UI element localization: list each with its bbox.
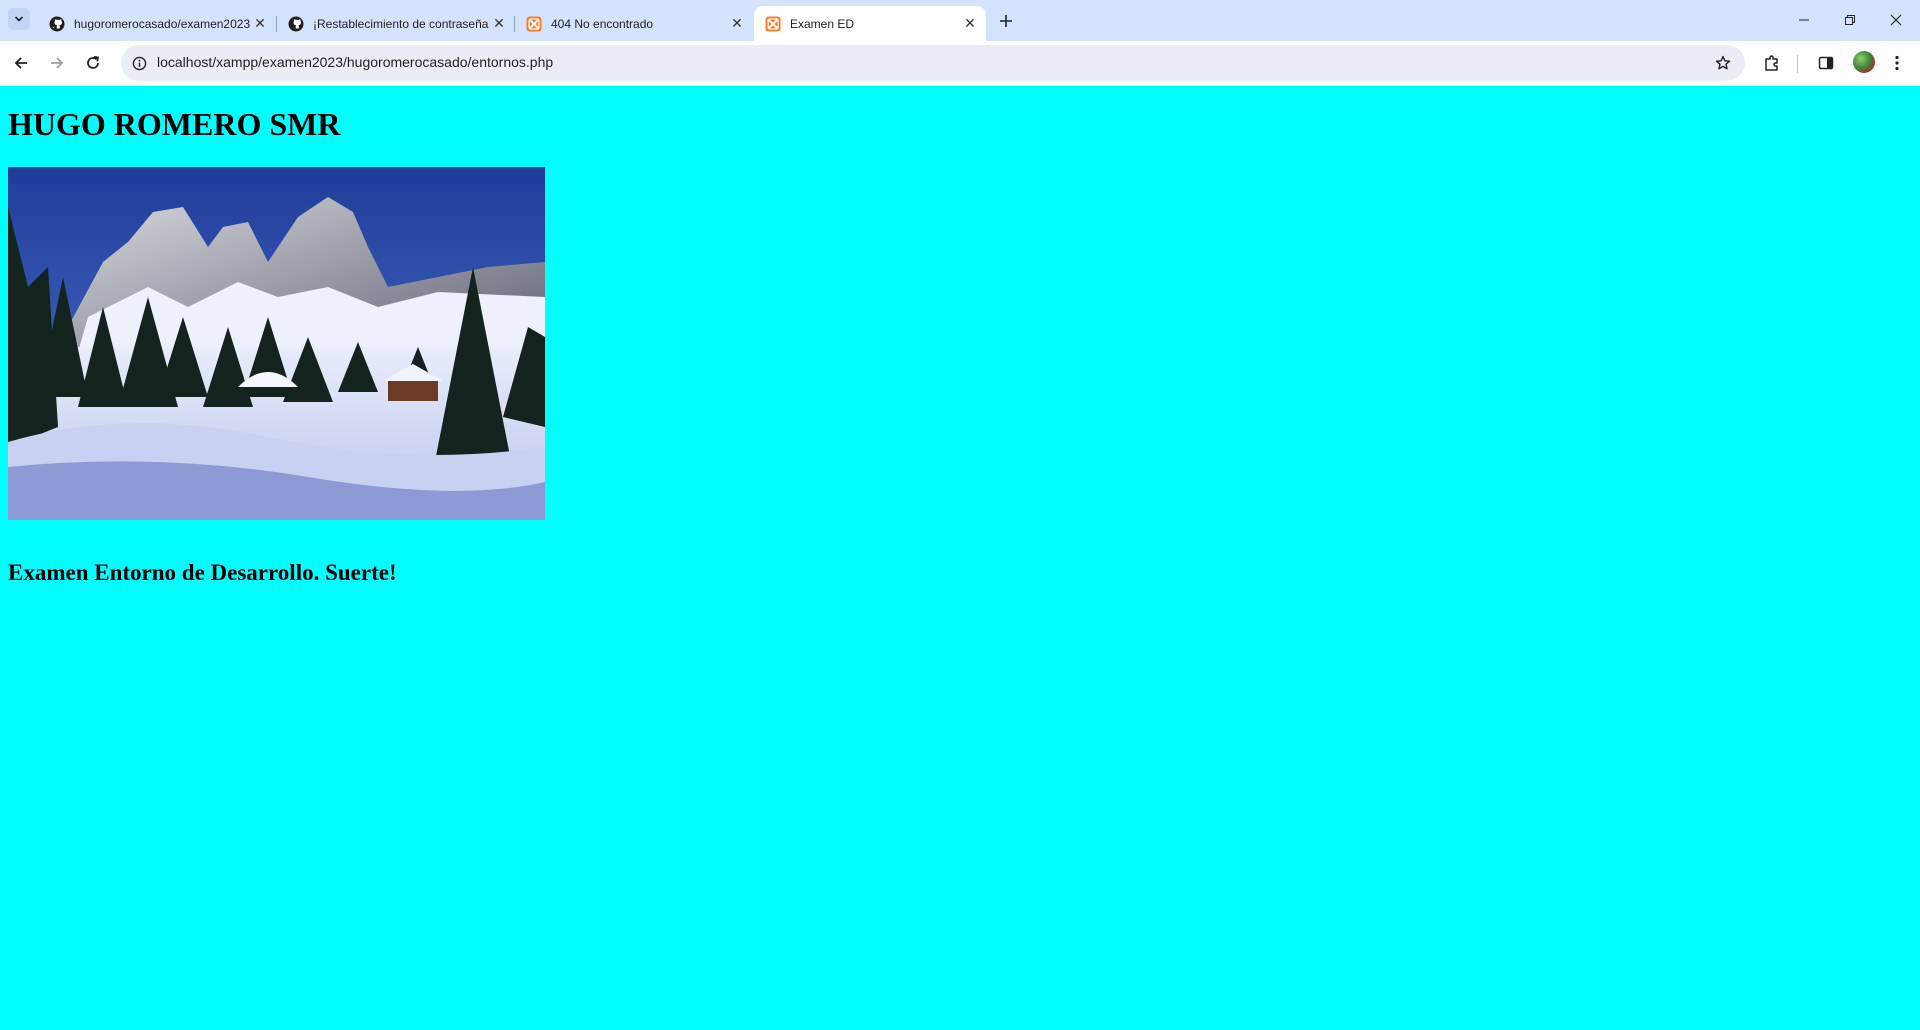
forward-button[interactable] (43, 49, 71, 77)
tab-title: Examen ED (790, 16, 855, 31)
address-bar[interactable]: localhost/xampp/examen2023/hugoromerocas… (121, 45, 1745, 81)
landscape-image (8, 167, 545, 520)
tab-title: 404 No encontrado (551, 16, 654, 31)
tab-404[interactable]: 404 No encontrado ✕ (515, 6, 753, 41)
close-icon (1890, 14, 1902, 26)
url-text[interactable]: localhost/xampp/examen2023/hugoromerocas… (157, 54, 553, 70)
close-icon[interactable]: ✕ (960, 14, 980, 34)
browser-chrome: hugoromerocasado/examen2023 ✕ ¡Restablec… (0, 0, 1920, 86)
new-tab-button[interactable] (994, 9, 1018, 33)
tab-title: ¡Restablecimiento de contraseña (313, 16, 489, 31)
arrow-right-icon (51, 57, 64, 69)
chevron-down-icon (14, 16, 24, 22)
extensions-icon[interactable] (1760, 51, 1784, 75)
reload-icon (87, 55, 100, 69)
more-menu-icon[interactable] (1885, 51, 1909, 75)
xampp-icon (765, 16, 781, 32)
tab-github-repo[interactable]: hugoromerocasado/examen2023 ✕ (38, 6, 276, 41)
side-panel-icon[interactable] (1814, 51, 1838, 75)
profile-avatar[interactable] (1853, 51, 1875, 73)
restore-icon (1845, 15, 1855, 25)
page-subheading: Examen Entorno de Desarrollo. Suerte! (8, 560, 397, 585)
browser-toolbar: localhost/xampp/examen2023/hugoromerocas… (0, 41, 1920, 86)
close-icon[interactable]: ✕ (727, 14, 747, 34)
arrow-left-icon (14, 57, 27, 69)
close-icon[interactable]: ✕ (250, 14, 270, 34)
tab-search-button[interactable] (8, 8, 30, 30)
toolbar-divider (1797, 55, 1798, 73)
minimize-button[interactable] (1781, 0, 1827, 40)
github-icon (288, 16, 304, 32)
star-icon[interactable] (1713, 53, 1733, 73)
tab-examen-ed[interactable]: Examen ED ✕ (754, 6, 986, 41)
restore-button[interactable] (1827, 0, 1873, 40)
page-content: HUGO ROMERO SMR Examen Entorno de Desarr… (0, 86, 1920, 1030)
tab-title: hugoromerocasado/examen2023 (74, 16, 250, 31)
plus-icon (1000, 15, 1012, 27)
tab-strip: hugoromerocasado/examen2023 ✕ ¡Restablec… (0, 0, 1920, 41)
minimize-icon (1799, 19, 1809, 21)
window-close-button[interactable] (1873, 0, 1919, 40)
info-icon[interactable] (130, 54, 148, 72)
github-icon (49, 16, 65, 32)
page-heading: HUGO ROMERO SMR (8, 106, 341, 142)
tab-password-reset[interactable]: ¡Restablecimiento de contraseña ✕ (277, 6, 515, 41)
reload-button[interactable] (79, 49, 107, 77)
close-icon[interactable]: ✕ (489, 14, 509, 34)
xampp-icon (526, 16, 542, 32)
back-button[interactable] (7, 49, 35, 77)
